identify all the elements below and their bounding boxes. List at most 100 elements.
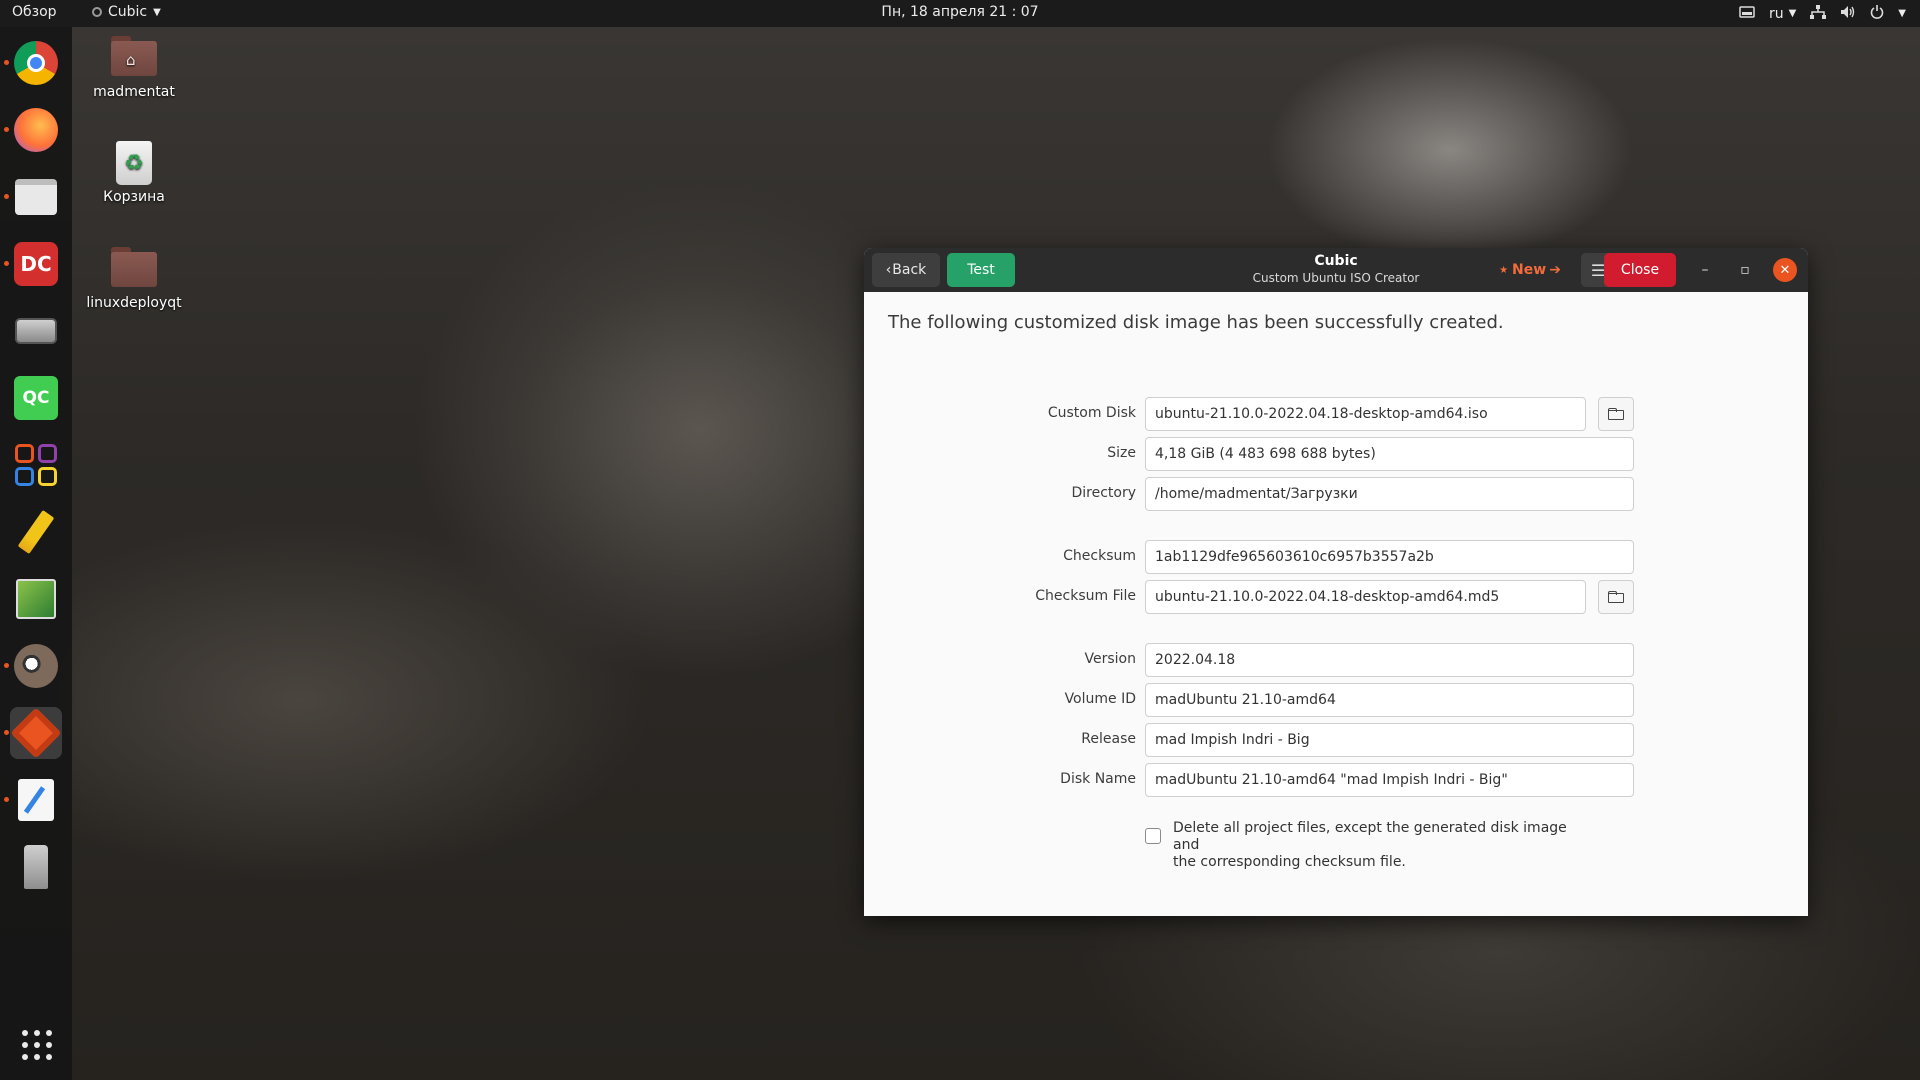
language-label: ru	[1768, 5, 1784, 22]
qt-creator-icon: QC	[14, 376, 58, 420]
star-icon: ★	[1499, 264, 1509, 276]
running-indicator	[4, 194, 9, 199]
arrow-right-icon: ➔	[1549, 262, 1561, 278]
folder-icon	[110, 247, 158, 291]
checksum-label: Checksum	[1063, 548, 1136, 564]
trash-icon: ♻	[110, 141, 158, 185]
checksum-field[interactable]: 1ab1129dfe965603610c6957b3557a2b	[1145, 540, 1634, 574]
size-field[interactable]: 4,18 GiB (4 483 698 688 bytes)	[1145, 437, 1634, 471]
checksum-file-label: Checksum File	[1035, 588, 1136, 604]
dock-qt-creator[interactable]: QC	[10, 372, 62, 424]
disk-icon	[15, 318, 57, 344]
test-button[interactable]: Test	[947, 253, 1015, 287]
directory-row: Directory /home/madmentat/Загрузки	[864, 477, 1808, 511]
directory-label: Directory	[1071, 485, 1136, 501]
folder-icon	[1608, 591, 1624, 603]
checksum-file-field[interactable]: ubuntu-21.10.0-2022.04.18-desktop-amd64.…	[1145, 580, 1586, 614]
dock-files[interactable]	[4, 171, 62, 223]
clock-area: Пн, 18 апреля 21 : 07	[0, 4, 1920, 20]
activities-button[interactable]: Обзор	[12, 4, 57, 20]
result-page: The following customized disk image has …	[864, 292, 1808, 916]
dock: DC QC	[0, 27, 72, 1080]
image-editor-icon	[16, 579, 56, 619]
text-editor-icon	[18, 779, 54, 821]
volume-id-field[interactable]: madUbuntu 21.10-amd64	[1145, 683, 1634, 717]
new-button[interactable]: ★ New ➔	[1494, 253, 1566, 287]
double-commander-icon: DC	[14, 242, 58, 286]
open-checksum-file-button[interactable]	[1598, 580, 1634, 614]
desktop-icon-label: linuxdeployqt	[86, 295, 182, 311]
running-indicator	[4, 797, 9, 802]
cubic-window: ‹ Back Test Cubic Custom Ubuntu ISO Crea…	[864, 248, 1808, 916]
delete-project-files-label[interactable]: Delete all project files, except the gen…	[1173, 820, 1593, 871]
power-icon[interactable]	[1870, 4, 1884, 23]
window-close-icon[interactable]: ✕	[1773, 258, 1797, 282]
desktop-icon-label: madmentat	[93, 84, 175, 100]
custom-disk-label: Custom Disk	[1047, 405, 1136, 421]
calculator-icon	[15, 444, 57, 486]
close-button[interactable]: Close	[1604, 253, 1676, 287]
running-indicator	[4, 60, 9, 65]
dock-usb[interactable]	[10, 841, 62, 893]
cubic-icon	[10, 707, 62, 759]
running-indicator	[4, 127, 9, 132]
desktop-icon-trash[interactable]: ♻ Корзина	[74, 141, 194, 205]
app-menu-label: Cubic	[108, 4, 148, 20]
directory-field[interactable]: /home/madmentat/Загрузки	[1145, 477, 1634, 511]
dock-cubic[interactable]	[4, 707, 62, 759]
release-field[interactable]: mad Impish Indri - Big	[1145, 723, 1634, 757]
checksum-file-row: Checksum File ubuntu-21.10.0-2022.04.18-…	[864, 580, 1808, 614]
disk-name-field[interactable]: madUbuntu 21.10-amd64 "mad Impish Indri …	[1145, 763, 1634, 797]
dock-calculator[interactable]	[10, 439, 62, 491]
delete-project-files-checkbox[interactable]	[1145, 828, 1161, 844]
disk-name-label: Disk Name	[1060, 771, 1136, 787]
language-indicator[interactable]: ru ▼	[1769, 6, 1796, 22]
dock-firefox[interactable]	[4, 104, 62, 156]
size-row: Size 4,18 GiB (4 483 698 688 bytes)	[864, 437, 1808, 471]
maximize-icon[interactable]: ▫	[1733, 258, 1757, 282]
back-button[interactable]: ‹ Back	[872, 253, 940, 287]
pencil-icon	[17, 509, 55, 555]
version-row: Version 2022.04.18	[864, 643, 1808, 677]
desktop-icon-label: Корзина	[103, 189, 165, 205]
open-custom-disk-button[interactable]	[1598, 397, 1634, 431]
show-applications-icon[interactable]	[22, 1030, 52, 1060]
new-button-label: New	[1512, 262, 1547, 278]
disk-name-row: Disk Name madUbuntu 21.10-amd64 "mad Imp…	[864, 763, 1808, 797]
usb-icon	[24, 845, 48, 889]
network-icon[interactable]	[1810, 4, 1827, 23]
clock[interactable]: Пн, 18 апреля 21 : 07	[881, 4, 1038, 20]
dock-double-commander[interactable]: DC	[4, 238, 62, 290]
caret-down-icon: ▼	[1788, 8, 1797, 19]
running-indicator	[4, 730, 9, 735]
cubic-app-icon	[92, 7, 102, 17]
dock-chrome[interactable]	[4, 37, 62, 89]
home-folder-icon: ⌂	[110, 36, 158, 80]
dock-gimp[interactable]	[4, 640, 62, 692]
version-field[interactable]: 2022.04.18	[1145, 643, 1634, 677]
volume-id-row: Volume ID madUbuntu 21.10-amd64	[864, 683, 1808, 717]
desktop-icon-linuxdeployqt[interactable]: linuxdeployqt	[74, 247, 194, 311]
dock-text-editor[interactable]	[4, 774, 62, 826]
display-icon[interactable]	[1739, 5, 1755, 22]
gimp-icon	[14, 644, 58, 688]
caret-down-icon[interactable]: ▼	[1898, 8, 1906, 19]
folder-icon	[1608, 408, 1624, 420]
dock-editor[interactable]	[10, 506, 62, 558]
volume-icon[interactable]	[1840, 5, 1856, 23]
running-indicator	[4, 663, 9, 668]
header-bar: ‹ Back Test Cubic Custom Ubuntu ISO Crea…	[864, 248, 1808, 292]
app-menu[interactable]: Cubic ▼	[92, 4, 161, 20]
custom-disk-field[interactable]: ubuntu-21.10.0-2022.04.18-desktop-amd64.…	[1145, 397, 1586, 431]
volume-id-label: Volume ID	[1064, 691, 1136, 707]
custom-disk-row: Custom Disk ubuntu-21.10.0-2022.04.18-de…	[864, 397, 1808, 431]
version-label: Version	[1084, 651, 1136, 667]
dock-disk[interactable]	[10, 305, 62, 357]
running-indicator	[4, 261, 9, 266]
desktop-icon-home[interactable]: ⌂ madmentat	[74, 36, 194, 100]
release-label: Release	[1081, 731, 1136, 747]
system-tray: ru ▼ ▼	[1739, 0, 1906, 27]
minimize-icon[interactable]: –	[1693, 258, 1717, 282]
release-row: Release mad Impish Indri - Big	[864, 723, 1808, 757]
dock-image-editor[interactable]	[10, 573, 62, 625]
